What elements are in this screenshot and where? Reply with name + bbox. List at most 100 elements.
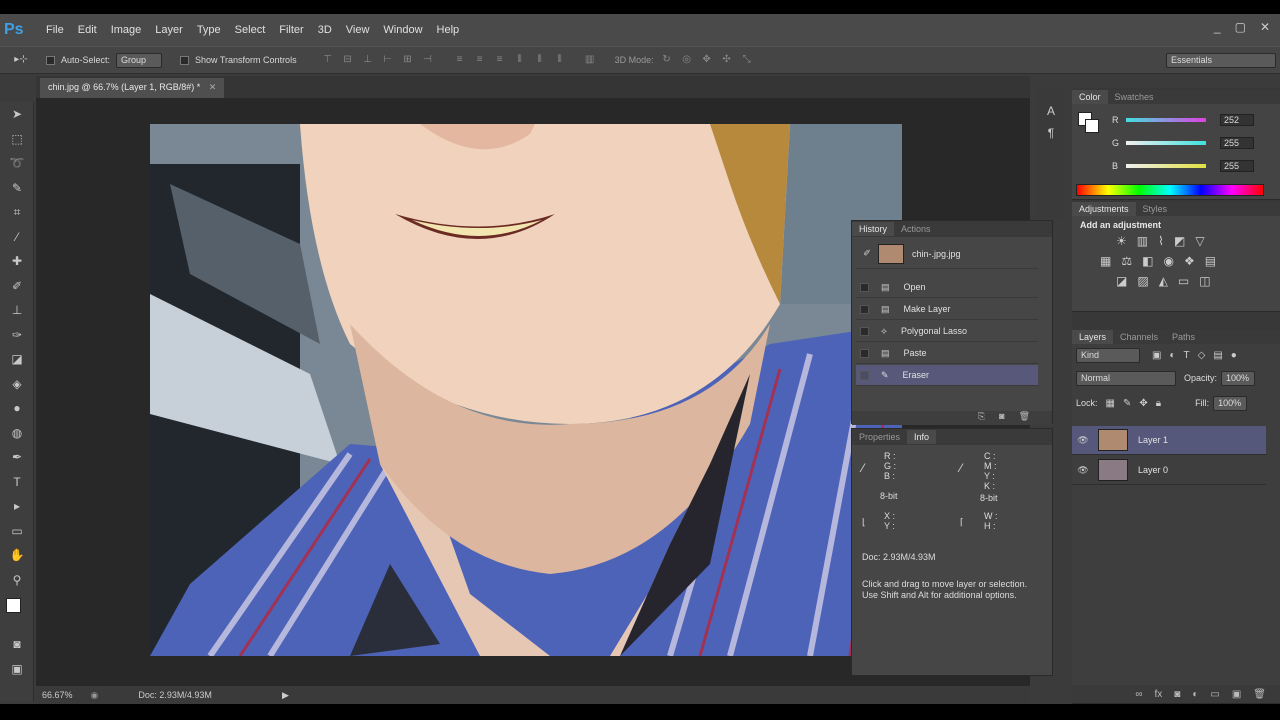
3d-roll-icon[interactable]: ◎ [680,53,694,67]
auto-select-checkbox[interactable] [46,55,55,65]
history-state-box[interactable] [860,304,869,314]
layer-filter-dropdown[interactable]: Kind [1076,347,1140,363]
menu-help[interactable]: Help [437,24,460,36]
tab-styles[interactable]: Styles [1136,202,1175,216]
status-menu-arrow-icon[interactable]: ▶ [282,690,289,701]
close-icon[interactable]: ✕ [1260,20,1270,34]
invert-icon[interactable]: ◪ [1116,274,1127,288]
lock-transparent-icon[interactable]: ▦ [1106,398,1115,409]
quick-select-tool-icon[interactable]: ✎ [0,176,34,201]
lock-all-icon[interactable]: 🔒︎ [1156,398,1161,409]
dodge-tool-icon[interactable]: ◍ [0,421,34,446]
blend-mode-dropdown[interactable]: Normal [1076,370,1176,386]
eraser-tool-icon[interactable]: ◪ [0,347,34,372]
lasso-tool-icon[interactable]: ➰ [0,151,34,176]
lock-position-icon[interactable]: ✥ [1139,398,1147,409]
tab-color[interactable]: Color [1072,90,1108,104]
history-item[interactable]: ▤ Paste [856,343,1038,364]
menu-3d[interactable]: 3D [318,24,332,36]
history-brush-tool-icon[interactable]: ✑ [0,323,34,348]
document-tab[interactable]: chin.jpg @ 66.7% (Layer 1, RGB/8#) * ✕ [40,78,225,98]
layer-row-layer-0[interactable]: 👁︎ Layer 0 [1072,456,1266,485]
align-vcenter-icon[interactable]: ⊟ [341,53,355,67]
history-state-box[interactable] [860,348,869,358]
menu-view[interactable]: View [346,24,370,36]
distribute-left-icon[interactable]: ⫴ [513,53,527,67]
history-item[interactable]: ▤ Open [856,277,1038,298]
history-item-selected[interactable]: ✎ Eraser [856,365,1038,386]
rgb-eyedropper-icon[interactable]: ⁄ [862,461,864,475]
brightness-contrast-icon[interactable]: ☀ [1116,234,1127,248]
curves-icon[interactable]: ⌇ [1158,234,1164,248]
filter-shape-icon[interactable]: ◇ [1198,350,1206,361]
photo-canvas[interactable] [150,124,902,656]
cmyk-eyedropper-icon[interactable]: ⁄ [960,461,962,475]
posterize-icon[interactable]: ▨ [1137,274,1148,288]
blue-value[interactable]: 255 [1220,160,1254,172]
brush-tool-icon[interactable]: ✐ [0,274,34,299]
marquee-tool-icon[interactable]: ⬚ [0,127,34,152]
filter-smart-icon[interactable]: ▤ [1213,350,1222,361]
healing-brush-tool-icon[interactable]: ✚ [0,249,34,274]
delete-state-icon[interactable]: 🗑︎ [1019,411,1030,425]
blue-slider[interactable] [1126,164,1206,168]
workspace-dropdown[interactable]: Essentials [1166,53,1276,68]
add-mask-icon[interactable]: ◙ [1174,689,1180,700]
channel-mixer-icon[interactable]: ❖ [1184,254,1195,268]
3d-scale-icon[interactable]: ⤡ [740,53,754,67]
distribute-hcenter-icon[interactable]: ⫴ [533,53,547,67]
link-layers-icon[interactable]: ∞ [1135,689,1142,700]
hue-saturation-icon[interactable]: ▦ [1100,254,1111,268]
new-group-icon[interactable]: ▭ [1210,689,1219,700]
zoom-level[interactable]: 66.67% [42,690,73,700]
close-tab-icon[interactable]: ✕ [209,82,217,92]
foreground-color-swatch[interactable] [6,598,21,613]
tab-swatches[interactable]: Swatches [1108,90,1161,104]
new-document-from-state-icon[interactable]: ⎘ [978,411,985,425]
3d-slide-icon[interactable]: ✣ [720,53,734,67]
distribute-right-icon[interactable]: ⫴ [553,53,567,67]
red-value[interactable]: 252 [1220,114,1254,126]
distribute-vcenter-icon[interactable]: ≡ [473,53,487,67]
align-right-icon[interactable]: ⊣ [421,53,435,67]
tab-adjustments[interactable]: Adjustments [1072,202,1136,216]
restore-icon[interactable]: ▢ [1235,20,1246,34]
distribute-bottom-icon[interactable]: ≡ [493,53,507,67]
green-slider[interactable] [1126,141,1206,145]
tab-channels[interactable]: Channels [1113,330,1165,344]
quick-mask-icon[interactable]: ◙ [0,632,34,657]
new-adjustment-icon[interactable]: ◐ [1192,689,1198,700]
paint-bucket-tool-icon[interactable]: ◈ [0,372,34,397]
visibility-eye-icon[interactable]: 👁︎ [1072,465,1094,476]
pen-tool-icon[interactable]: ✒ [0,445,34,470]
menu-type[interactable]: Type [197,24,221,36]
distribute-top-icon[interactable]: ≡ [453,53,467,67]
move-tool-icon[interactable]: ➤ [0,102,34,127]
layer-row-layer-1[interactable]: 👁︎ Layer 1 [1072,426,1266,455]
history-state-box[interactable] [860,326,869,336]
screen-mode-icon[interactable]: ▣ [0,657,34,682]
filter-type-icon[interactable]: T [1184,350,1190,361]
filter-toggle-icon[interactable]: ● [1231,350,1237,361]
blur-tool-icon[interactable]: ● [0,396,34,421]
black-white-icon[interactable]: ◧ [1142,254,1153,268]
levels-icon[interactable]: ▥ [1137,234,1148,248]
new-snapshot-icon[interactable]: ◙ [999,411,1004,425]
tab-info[interactable]: Info [907,430,937,444]
history-state-box[interactable] [860,370,869,380]
lock-image-icon[interactable]: ✎ [1123,398,1131,409]
move-tool-preset-icon[interactable]: ▸⊹ [14,53,28,67]
visibility-eye-icon[interactable]: 👁︎ [1072,435,1094,446]
rectangle-tool-icon[interactable]: ▭ [0,519,34,544]
history-snapshot[interactable]: ✐ chin-.jpg.jpg [856,239,1038,269]
color-balance-icon[interactable]: ⚖ [1121,254,1132,268]
hand-tool-icon[interactable]: ✋ [0,543,34,568]
delete-layer-icon[interactable]: 🗑︎ [1253,689,1266,700]
paragraph-panel-icon[interactable]: ¶ [1038,126,1064,140]
show-transform-checkbox[interactable] [180,55,190,65]
menu-image[interactable]: Image [111,24,142,36]
filter-adjustment-icon[interactable]: ◐ [1169,350,1175,361]
menu-layer[interactable]: Layer [155,24,183,36]
opacity-field[interactable]: 100% [1221,370,1256,386]
menu-file[interactable]: File [46,24,64,36]
